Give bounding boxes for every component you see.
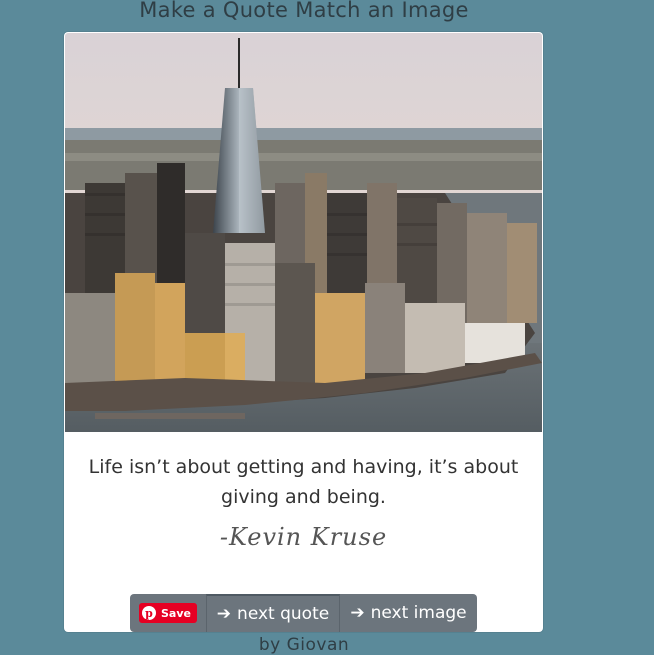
arrow-right-icon: ➔	[216, 604, 232, 624]
quote-author: -Kevin Kruse	[219, 523, 388, 551]
next-image-label: next image	[370, 603, 467, 623]
next-quote-label: next quote	[237, 604, 330, 624]
page-title: Make a Quote Match an Image	[139, 0, 469, 22]
next-image-button[interactable]: ➔ next image	[340, 594, 477, 632]
pinterest-icon: p	[142, 606, 156, 620]
city-skyline-photo	[65, 33, 542, 432]
quote-text: Life isn’t about getting and having, it’…	[88, 456, 519, 508]
arrow-right-icon: ➔	[350, 603, 365, 623]
byline: by Giovan	[258, 635, 350, 655]
quote-card: Life isn’t about getting and having, it’…	[64, 32, 543, 632]
pinterest-save-badge: p Save	[139, 603, 197, 623]
pinterest-save-label: Save	[161, 606, 191, 620]
next-quote-button[interactable]: ➔ next quote	[206, 594, 340, 632]
pinterest-save-button[interactable]: p Save	[130, 594, 206, 632]
button-row: p Save ➔ next quote ➔ next image	[130, 594, 477, 632]
